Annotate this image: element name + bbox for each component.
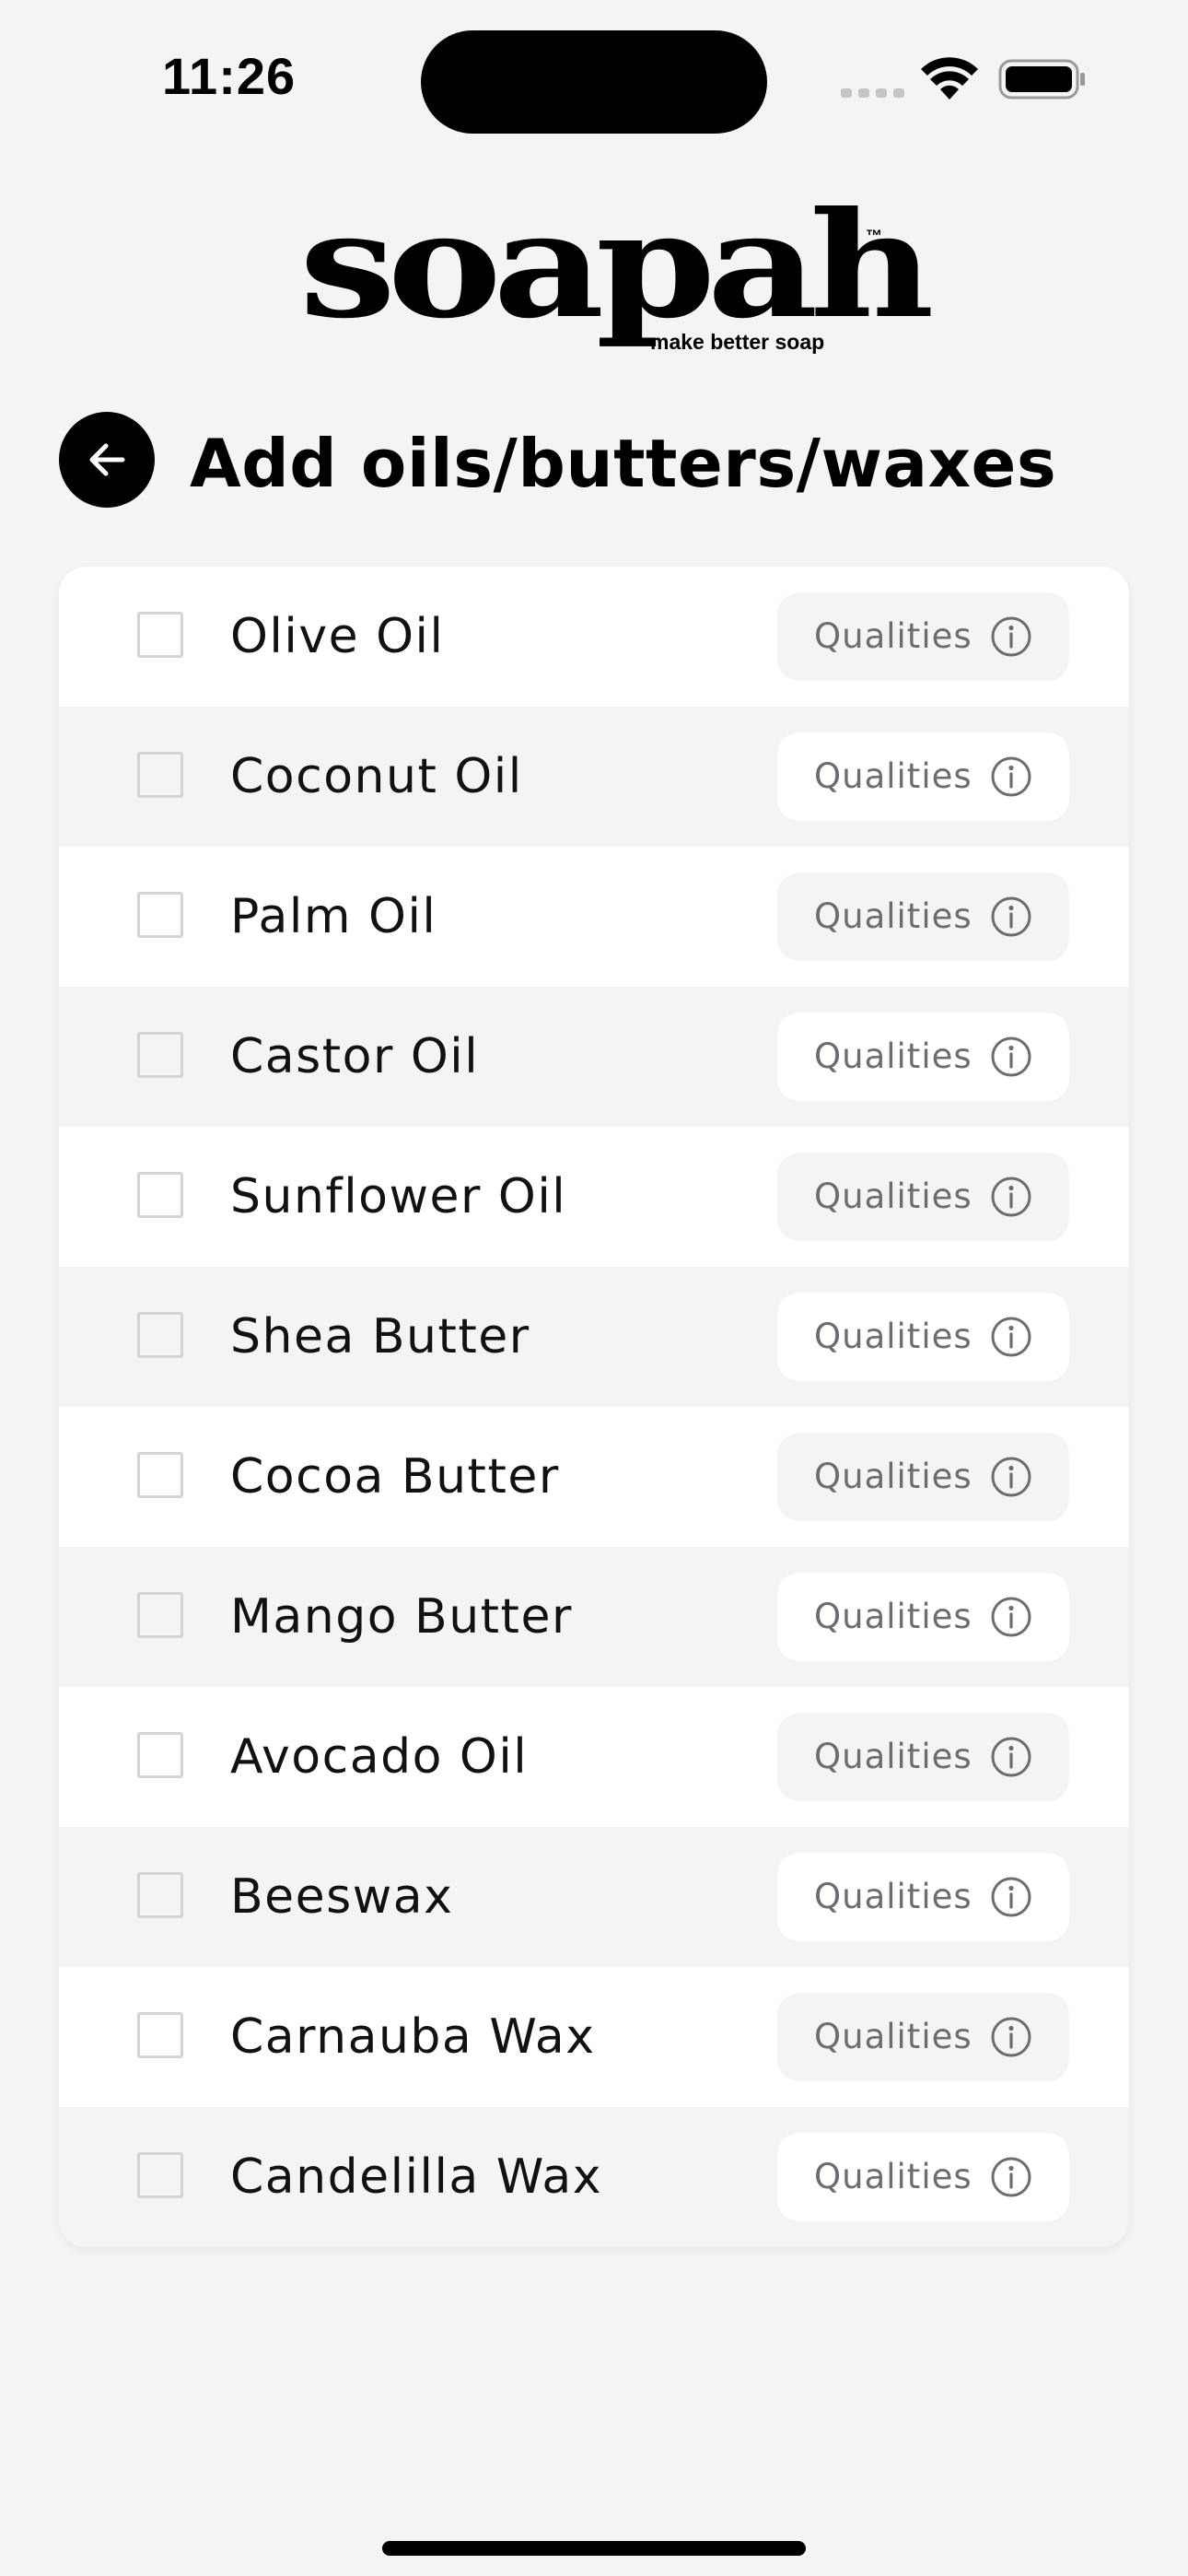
oil-name: Candelilla Wax [230, 2149, 603, 2205]
qualities-label: Qualities [814, 1317, 973, 1356]
oil-list-item[interactable]: Palm Oil Qualities [59, 847, 1129, 987]
logo-tagline: make better soap [650, 330, 825, 354]
app-logo: soapah ™ make better soap [299, 193, 935, 369]
oil-name: Olive Oil [230, 609, 445, 664]
qualities-label: Qualities [814, 1177, 973, 1216]
oil-list-item[interactable]: Beeswax Qualities [59, 1827, 1129, 1967]
oil-list-item[interactable]: Castor Oil Qualities [59, 987, 1129, 1127]
status-time: 11:26 [162, 47, 297, 105]
oil-name: Mango Butter [230, 1589, 573, 1645]
qualities-label: Qualities [814, 1457, 973, 1496]
info-icon [991, 2017, 1031, 2057]
qualities-button[interactable]: Qualities [777, 1713, 1069, 1801]
oil-checkbox[interactable] [137, 1172, 183, 1218]
qualities-label: Qualities [814, 1036, 973, 1076]
home-indicator[interactable] [382, 2541, 806, 2556]
status-bar: 11:26 [0, 0, 1188, 157]
qualities-button[interactable]: Qualities [777, 1573, 1069, 1661]
qualities-button[interactable]: Qualities [777, 2133, 1069, 2221]
oil-checkbox[interactable] [137, 2012, 183, 2058]
qualities-label: Qualities [814, 1737, 973, 1776]
dynamic-island [421, 30, 767, 134]
qualities-button[interactable]: Qualities [777, 872, 1069, 961]
oil-checkbox[interactable] [137, 1312, 183, 1358]
qualities-label: Qualities [814, 616, 973, 656]
logo-wordmark: soapah [299, 181, 935, 351]
info-icon [991, 616, 1031, 657]
oil-name: Shea Butter [230, 1309, 530, 1364]
qualities-button[interactable]: Qualities [777, 1433, 1069, 1521]
oil-list-item[interactable]: Carnauba Wax Qualities [59, 1967, 1129, 2107]
oil-checkbox[interactable] [137, 1872, 183, 1918]
oil-list-item[interactable]: Coconut Oil Qualities [59, 707, 1129, 847]
qualities-button[interactable]: Qualities [777, 1993, 1069, 2081]
oil-name: Beeswax [230, 1869, 454, 1925]
battery-icon [998, 59, 1085, 100]
arrow-left-icon [89, 443, 125, 476]
oil-name: Cocoa Butter [230, 1449, 560, 1505]
info-icon [991, 1317, 1031, 1357]
info-icon [991, 1457, 1031, 1497]
oil-name: Carnauba Wax [230, 2009, 596, 2065]
qualities-button[interactable]: Qualities [777, 732, 1069, 821]
info-icon [991, 1177, 1031, 1217]
oil-checkbox[interactable] [137, 1032, 183, 1078]
wifi-icon [921, 57, 978, 100]
back-button[interactable] [59, 412, 155, 508]
oil-name: Sunflower Oil [230, 1169, 567, 1224]
oil-list: Olive Oil Qualities Coconut Oil Qualitie… [59, 567, 1129, 2247]
page-title: Add oils/butters/waxes [190, 425, 1057, 502]
oil-name: Avocado Oil [230, 1729, 529, 1785]
qualities-button[interactable]: Qualities [777, 1153, 1069, 1241]
oil-checkbox[interactable] [137, 2152, 183, 2198]
info-icon [991, 1597, 1031, 1637]
qualities-label: Qualities [814, 756, 973, 796]
qualities-label: Qualities [814, 1877, 973, 1916]
oil-list-item[interactable]: Shea Butter Qualities [59, 1267, 1129, 1407]
qualities-label: Qualities [814, 896, 973, 936]
info-icon [991, 756, 1031, 797]
info-icon [991, 2157, 1031, 2197]
qualities-label: Qualities [814, 2017, 973, 2056]
cellular-signal-icon [841, 88, 904, 98]
oil-checkbox[interactable] [137, 1732, 183, 1778]
qualities-label: Qualities [814, 2157, 973, 2196]
oil-checkbox[interactable] [137, 752, 183, 798]
info-icon [991, 1737, 1031, 1777]
logo-trademark: ™ [866, 227, 882, 245]
oil-list-item[interactable]: Mango Butter Qualities [59, 1547, 1129, 1687]
oil-checkbox[interactable] [137, 1452, 183, 1498]
oil-list-item[interactable]: Sunflower Oil Qualities [59, 1127, 1129, 1267]
oil-list-item[interactable]: Candelilla Wax Qualities [59, 2107, 1129, 2247]
qualities-button[interactable]: Qualities [777, 592, 1069, 681]
qualities-button[interactable]: Qualities [777, 1013, 1069, 1101]
oil-list-item[interactable]: Olive Oil Qualities [59, 567, 1129, 707]
info-icon [991, 896, 1031, 937]
oil-name: Coconut Oil [230, 749, 523, 804]
oil-list-item[interactable]: Cocoa Butter Qualities [59, 1407, 1129, 1547]
oil-checkbox[interactable] [137, 892, 183, 938]
qualities-button[interactable]: Qualities [777, 1293, 1069, 1381]
oil-name: Palm Oil [230, 889, 437, 944]
oil-checkbox[interactable] [137, 1592, 183, 1638]
info-icon [991, 1877, 1031, 1917]
oil-name: Castor Oil [230, 1029, 480, 1084]
oil-checkbox[interactable] [137, 612, 183, 658]
oil-list-item[interactable]: Avocado Oil Qualities [59, 1687, 1129, 1827]
info-icon [991, 1036, 1031, 1077]
qualities-button[interactable]: Qualities [777, 1853, 1069, 1941]
qualities-label: Qualities [814, 1597, 973, 1636]
